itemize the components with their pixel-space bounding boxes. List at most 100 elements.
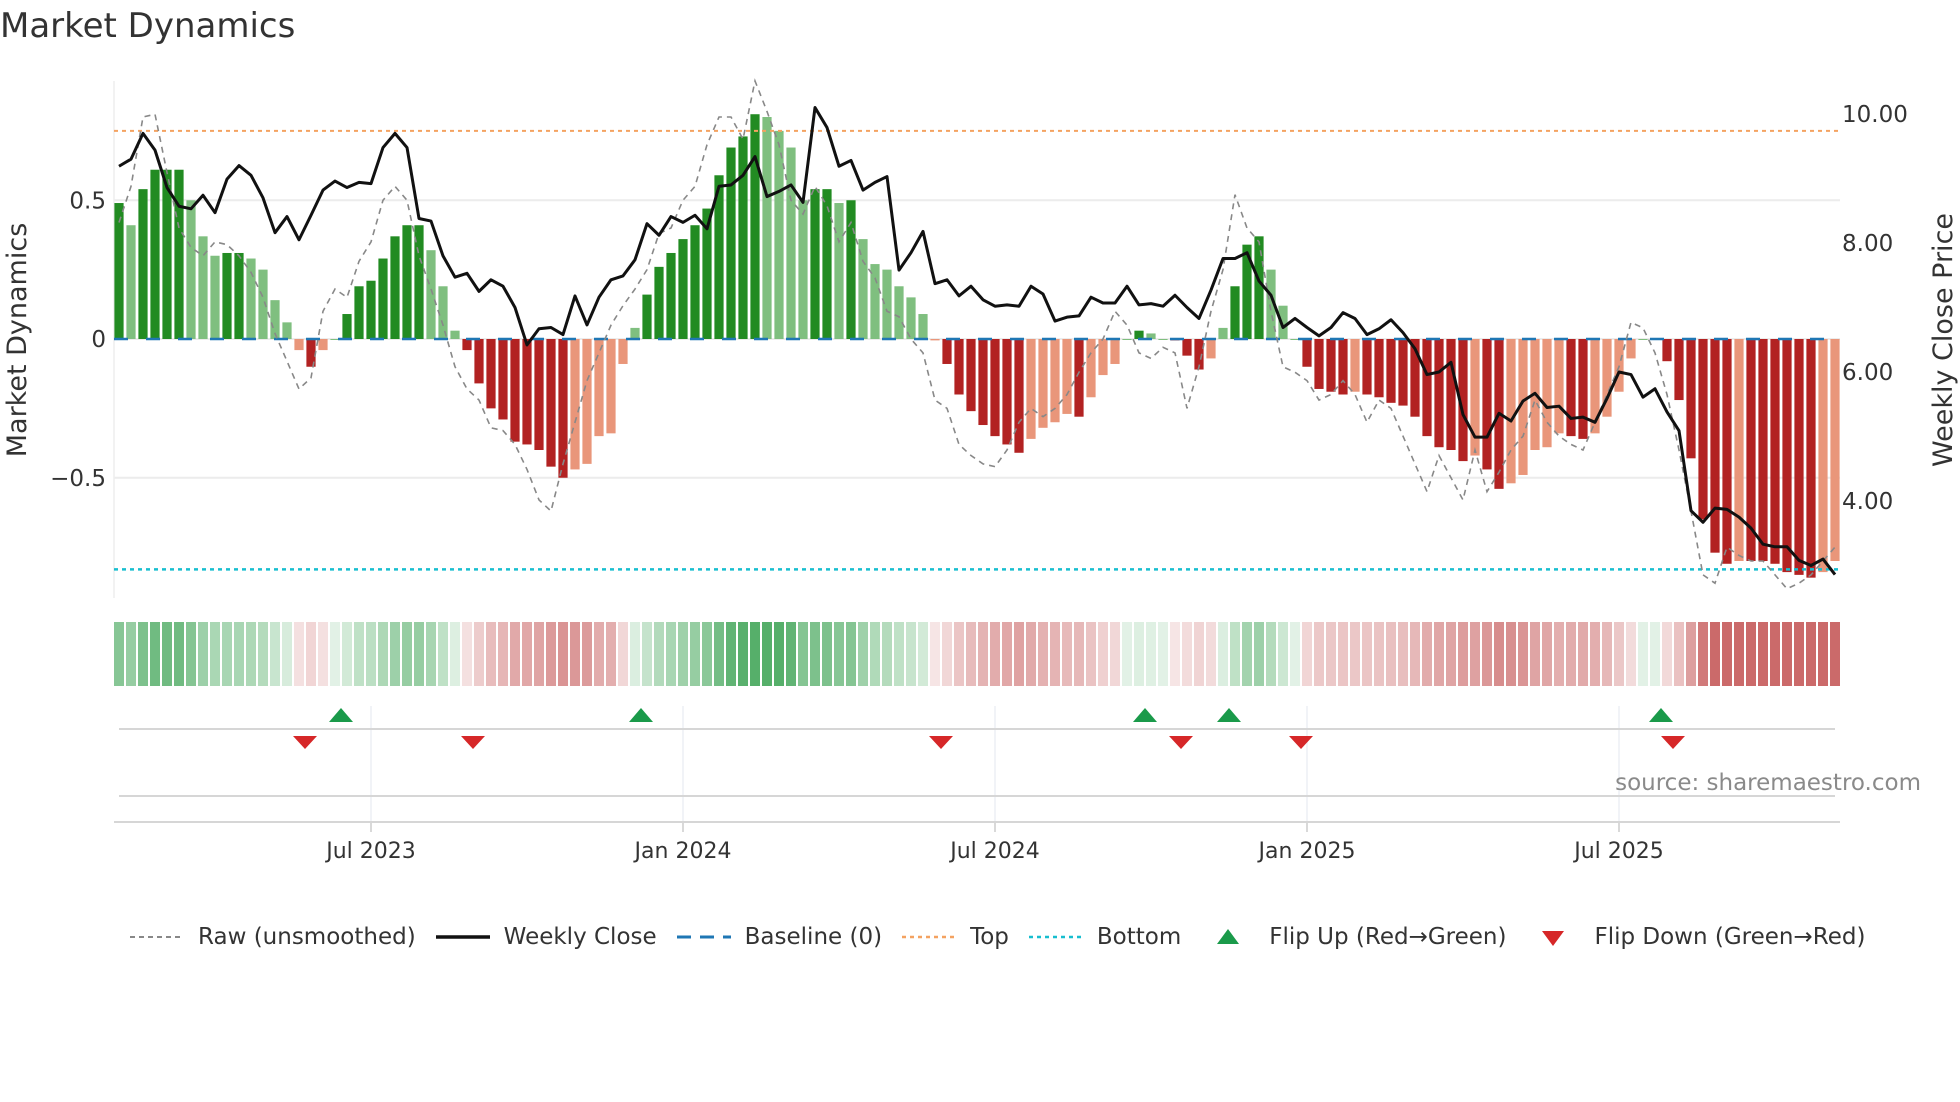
heat-strip-gap [868, 622, 870, 686]
histogram-bar [1566, 339, 1576, 437]
histogram-bar [1230, 286, 1240, 339]
heat-strip-cell [1578, 622, 1588, 686]
heat-strip-gap [1012, 622, 1014, 686]
histogram-bar [1830, 339, 1840, 561]
y-tick-label: 0.5 [69, 188, 106, 214]
heat-strip-gap [124, 622, 126, 686]
heat-strip-gap [1756, 622, 1758, 686]
heat-strip-cell [498, 622, 508, 686]
heat-strip-gap [832, 622, 834, 686]
heat-strip-cell [222, 622, 232, 686]
histogram-bar [498, 339, 508, 420]
heat-strip-cell [150, 622, 160, 686]
heat-strip-cell [918, 622, 928, 686]
legend-bottom: Bottom [1027, 924, 1181, 950]
heat-strip-cell [570, 622, 580, 686]
heat-strip-cell [1830, 622, 1840, 686]
legend-baseline: Baseline (0) [675, 924, 882, 950]
heat-strip-gap [1000, 622, 1002, 686]
histogram-bar [438, 286, 448, 339]
histogram-bar [1806, 339, 1816, 578]
histogram-bar [1314, 339, 1324, 389]
heat-strip-cell [1554, 622, 1564, 686]
heat-strip-cell [1134, 622, 1144, 686]
heat-strip-cell [966, 622, 976, 686]
heat-strip-cell [510, 622, 520, 686]
heat-strip-gap [508, 622, 510, 686]
flip-down-marker [461, 736, 485, 749]
heat-strip-cell [894, 622, 904, 686]
heat-strip-cell [1638, 622, 1648, 686]
heat-strip-cell [162, 622, 172, 686]
heat-strip-gap [940, 622, 942, 686]
heat-strip-cell [342, 622, 352, 686]
legend-bottom-label: Bottom [1096, 924, 1182, 950]
heat-strip-gap [1084, 622, 1086, 686]
histogram-bar [474, 339, 484, 384]
heat-strip-cell [1266, 622, 1276, 686]
heat-strip-gap [1504, 622, 1506, 686]
legend-flip-down: Flip Down (Green→Red) [1524, 924, 1865, 950]
heat-strip-cell [1158, 622, 1168, 686]
heat-strip-cell [558, 622, 568, 686]
heat-strip-cell [1350, 622, 1360, 686]
histogram-bar [1098, 339, 1108, 376]
histogram-bar [1758, 339, 1768, 561]
heat-strip-gap [1216, 622, 1218, 686]
heat-strip-cell [1290, 622, 1300, 686]
flip-up-icon [1199, 927, 1257, 947]
histogram-bar [186, 200, 196, 339]
heat-strip-gap [988, 622, 990, 686]
legend-close-swatch [434, 927, 492, 947]
heat-strip-cell [1566, 622, 1576, 686]
heat-strip-cell [1626, 622, 1636, 686]
heat-strip-gap [568, 622, 570, 686]
histogram-bar [1398, 339, 1408, 406]
histogram-bar [750, 114, 760, 339]
histogram-bar [1326, 339, 1336, 392]
heat-strip-cell [1002, 622, 1012, 686]
heat-strip-gap [1648, 622, 1650, 686]
histogram-bar [1686, 339, 1696, 459]
heat-strip-cell [1818, 622, 1828, 686]
heat-strip-gap [388, 622, 390, 686]
x-tick-label: Jan 2025 [1257, 839, 1356, 864]
heat-strip-cell [582, 622, 592, 686]
heat-strip-cell [270, 622, 280, 686]
heat-strip-gap [304, 622, 306, 686]
heat-strip-gap [1456, 622, 1458, 686]
histogram-bar [1662, 339, 1672, 362]
heat-strip-gap [712, 622, 714, 686]
heat-strip-gap [1108, 622, 1110, 686]
heat-strip-cell [114, 622, 124, 686]
histogram-bar [582, 339, 592, 464]
histogram-bar [930, 339, 940, 341]
heat-strip-gap [1348, 622, 1350, 686]
histogram-bar [378, 258, 388, 339]
heat-strip-gap [1168, 622, 1170, 686]
heat-strip-gap [1408, 622, 1410, 686]
heat-strip-gap [244, 622, 246, 686]
heat-strip-cell [942, 622, 952, 686]
histogram-bar [1002, 339, 1012, 445]
heat-strip-gap [856, 622, 858, 686]
heat-strip-gap [796, 622, 798, 686]
heat-strip-gap [664, 622, 666, 686]
legend-top-swatch [900, 927, 958, 947]
flip-down-marker [293, 736, 317, 749]
heat-strip-gap [1336, 622, 1338, 686]
heat-strip-gap [628, 622, 630, 686]
heat-strip-gap [928, 622, 930, 686]
heat-strip-cell [1254, 622, 1264, 686]
heat-strip-cell [1410, 622, 1420, 686]
heat-strip-cell [822, 622, 832, 686]
histogram-bar [1734, 339, 1744, 561]
histogram-bar [426, 250, 436, 339]
heat-strip-cell [774, 622, 784, 686]
heat-strip-cell [174, 622, 184, 686]
histogram-bar [126, 225, 136, 339]
heat-strip-gap [784, 622, 786, 686]
heat-strip-gap [268, 622, 270, 686]
heat-strip-cell [1098, 622, 1108, 686]
heat-strip-cell [846, 622, 856, 686]
